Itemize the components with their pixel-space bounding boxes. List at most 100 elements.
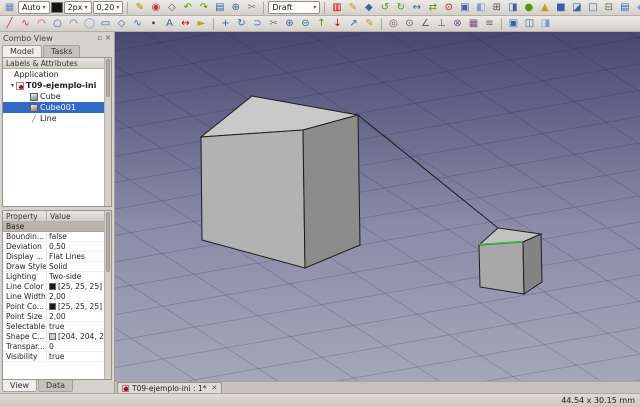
toolbar-icon[interactable]: ✂ <box>244 1 259 14</box>
toolbar-icon[interactable]: ▣ <box>457 1 472 14</box>
toolbar-icon[interactable]: ↑ <box>314 17 329 30</box>
property-value[interactable]: Two-side <box>47 272 111 281</box>
document-tab[interactable]: T09-ejemplo-ini : 1* ✕ <box>117 382 223 393</box>
property-row[interactable]: Lighting Two-side <box>3 272 111 282</box>
toolbar-icon[interactable]: ■ <box>553 1 568 14</box>
tree-item[interactable]: ╱ Line <box>3 113 111 124</box>
tree-item[interactable]: Cube001 <box>3 102 111 113</box>
toolbar-icon[interactable]: ∿ <box>130 17 145 30</box>
toolbar-icon[interactable]: ⊥ <box>434 17 449 30</box>
combo-view-tab[interactable]: Tasks <box>43 45 81 57</box>
toolbar-icon[interactable]: ◪ <box>569 1 584 14</box>
toolbar-icon[interactable]: ► <box>194 17 209 30</box>
toolbar-icon[interactable]: ✎ <box>132 1 147 14</box>
toolbar-icon[interactable]: ◇ <box>164 1 179 14</box>
combo-view-tab[interactable]: Model <box>2 45 43 57</box>
property-value[interactable]: 0 <box>47 342 111 351</box>
workbench-selector[interactable]: Draft ▾ <box>268 1 321 14</box>
property-row[interactable]: Transpar... 0 <box>3 342 111 352</box>
toolbar-icon[interactable]: ⇄ <box>425 1 440 14</box>
property-row[interactable]: Boundin... false <box>3 232 111 242</box>
toolbar-icon[interactable]: ↺ <box>377 1 392 14</box>
toolbar-icon[interactable]: + <box>218 17 233 30</box>
cube001-object[interactable] <box>477 227 543 295</box>
toolbar-icon[interactable]: ◫ <box>522 17 537 30</box>
property-row[interactable]: Draw Style Solid <box>3 262 111 272</box>
cube-front-face[interactable] <box>200 129 306 269</box>
scrollbar-thumb[interactable] <box>106 212 110 272</box>
property-row[interactable]: Deviation 0,50 <box>3 242 111 252</box>
toolbar-icon[interactable]: ● <box>521 1 536 14</box>
cube001-right-face[interactable] <box>522 233 543 295</box>
toolbar-icon[interactable]: ↷ <box>196 1 211 14</box>
toolbar-icon[interactable]: ⊖ <box>298 17 313 30</box>
toolbar-icon[interactable]: ◨ <box>505 1 520 14</box>
toolbar-icon[interactable]: ◆ <box>361 1 376 14</box>
property-value[interactable]: [204, 204, 204] <box>47 332 111 341</box>
close-tab-icon[interactable]: ✕ <box>211 384 217 392</box>
property-value[interactable]: 2,00 <box>47 292 111 301</box>
toolbar-icon[interactable]: ↔ <box>178 17 193 30</box>
toolbar-icon[interactable]: ▣ <box>506 17 521 30</box>
toolbar-icon[interactable]: ◎ <box>386 17 401 30</box>
cube-object[interactable] <box>199 95 361 269</box>
property-row[interactable]: Point Co... [25, 25, 25] <box>3 302 111 312</box>
tree-item[interactable]: Cube <box>3 91 111 102</box>
toolbar-icon[interactable]: ∠ <box>418 17 433 30</box>
toolbar-icon[interactable]: ↶ <box>180 1 195 14</box>
tree-item[interactable]: Application <box>3 69 111 80</box>
toolbar-icon[interactable]: ∿ <box>18 17 33 30</box>
property-value[interactable]: Solid <box>47 262 111 271</box>
property-row[interactable]: Line Width 2,00 <box>3 292 111 302</box>
line-object[interactable] <box>357 114 499 229</box>
toolbar-icon[interactable]: ◠ <box>66 17 81 30</box>
tree-scrollbar[interactable] <box>104 58 111 206</box>
line-width-combo[interactable]: 2px ▾ <box>63 1 92 14</box>
property-row[interactable]: Selectable true <box>3 322 111 332</box>
toolbar-icon[interactable]: ◉ <box>148 1 163 14</box>
close-panel-icon[interactable]: ✕ <box>105 34 111 42</box>
property-row[interactable]: Visibility true <box>3 352 111 362</box>
property-row[interactable]: Display ... Flat Lines <box>3 252 111 262</box>
toolbar-icon[interactable]: ◆ <box>633 1 640 14</box>
property-group-base[interactable]: Base <box>3 222 111 232</box>
toolbar-icon[interactable]: ⊞ <box>489 1 504 14</box>
toolbar-icon[interactable]: ↻ <box>393 1 408 14</box>
cube001-front-face[interactable] <box>478 241 525 295</box>
cube-right-face[interactable] <box>302 114 361 269</box>
toolbar-icon[interactable]: A <box>162 17 177 30</box>
property-value[interactable]: true <box>47 352 111 361</box>
property-mode-tab[interactable]: Data <box>37 380 74 392</box>
toolbar-icon[interactable]: ✂ <box>266 17 281 30</box>
toolbar-icon[interactable]: ↓ <box>330 17 345 30</box>
property-row[interactable]: Line Color [25, 25, 25] <box>3 282 111 292</box>
3d-viewport[interactable] <box>115 32 640 381</box>
toolbar-icon[interactable]: ◇ <box>114 17 129 30</box>
scrollbar-thumb[interactable] <box>106 59 110 97</box>
tree-expander-icon[interactable]: ▾ <box>9 82 16 89</box>
toolbar-icon[interactable]: ↻ <box>234 17 249 30</box>
property-row[interactable]: Point Size 2,00 <box>3 312 111 322</box>
property-row[interactable]: Shape C... [204, 204, 204] <box>3 332 111 342</box>
scale-combo[interactable]: 0,20 ▾ <box>92 1 124 14</box>
toolbar-icon[interactable]: ⊟ <box>601 1 616 14</box>
toolbar-icon[interactable]: □ <box>585 1 600 14</box>
property-value[interactable]: 0,50 <box>47 242 111 251</box>
property-value[interactable]: Flat Lines <box>47 252 111 261</box>
property-value[interactable]: [25, 25, 25] <box>47 282 111 291</box>
float-panel-icon[interactable]: ▫ <box>97 34 102 42</box>
toolbar-icon[interactable]: ◠ <box>34 17 49 30</box>
toolbar-icon[interactable]: ⊃ <box>250 17 265 30</box>
toolbar-icon[interactable]: ⊙ <box>441 1 456 14</box>
toolbar-icon[interactable]: ▤ <box>212 1 227 14</box>
toolbar-icon[interactable]: ⊕ <box>282 17 297 30</box>
tree-item[interactable]: ▾ T09-ejemplo-ini <box>3 80 111 91</box>
toolbar-icon[interactable]: ▤ <box>617 1 632 14</box>
toolbar-icon[interactable]: ▥ <box>329 1 344 14</box>
autogroup-combo[interactable]: Auto ▾ <box>18 1 50 14</box>
toolbar-icon[interactable]: ▭ <box>98 17 113 30</box>
toolbar-icon[interactable]: ↔ <box>409 1 424 14</box>
property-mode-tab[interactable]: View <box>2 380 37 392</box>
toolbar-icon[interactable]: ▦ <box>466 17 481 30</box>
working-plane-icon[interactable]: ▦ <box>2 1 17 14</box>
